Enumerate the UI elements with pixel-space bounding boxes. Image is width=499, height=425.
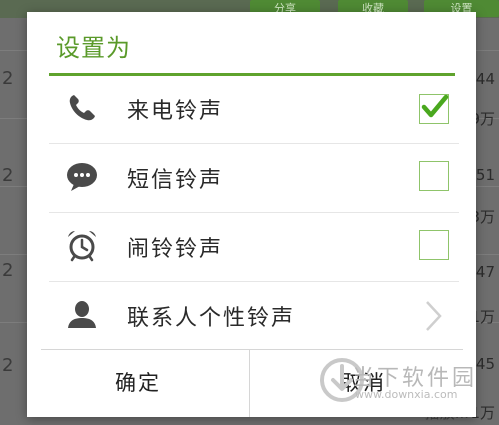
chevron-right-icon[interactable] [423, 299, 443, 333]
contact-person-icon [65, 297, 99, 331]
option-sms-ringtone[interactable] [49, 144, 459, 212]
call-ringtone-checkbox[interactable] [419, 94, 449, 124]
sms-ringtone-checkbox[interactable] [419, 161, 449, 191]
watermark-url: www.downxia.com [355, 388, 458, 401]
option-label-contact-ringtone: 联系人个性铃声 [127, 306, 296, 331]
sms-bubble-icon [65, 160, 99, 194]
alarm-ringtone-checkbox[interactable] [419, 230, 449, 260]
confirm-button[interactable]: 确定 [27, 350, 249, 417]
background-row-number: 2 [2, 260, 14, 281]
dialog-title: 设置为 [56, 34, 131, 62]
phone-icon [65, 91, 99, 125]
checkmark-icon [421, 94, 449, 118]
background-row-number: 2 [2, 355, 14, 376]
option-label-alarm-ringtone: 闹铃铃声 [127, 237, 224, 262]
option-label-call-ringtone: 来电铃声 [127, 99, 224, 124]
alarm-clock-icon [65, 228, 99, 262]
option-label-sms-ringtone: 短信铃声 [127, 168, 224, 193]
option-alarm-ringtone[interactable] [49, 213, 459, 281]
background-row-number: 2 [2, 68, 14, 89]
screen: 分享 收藏 设置 2 2 2 2 :44 9万 :51 3万 :47 1万 :4… [0, 0, 499, 425]
background-row-number: 2 [2, 165, 14, 186]
option-call-ringtone[interactable] [49, 76, 459, 144]
